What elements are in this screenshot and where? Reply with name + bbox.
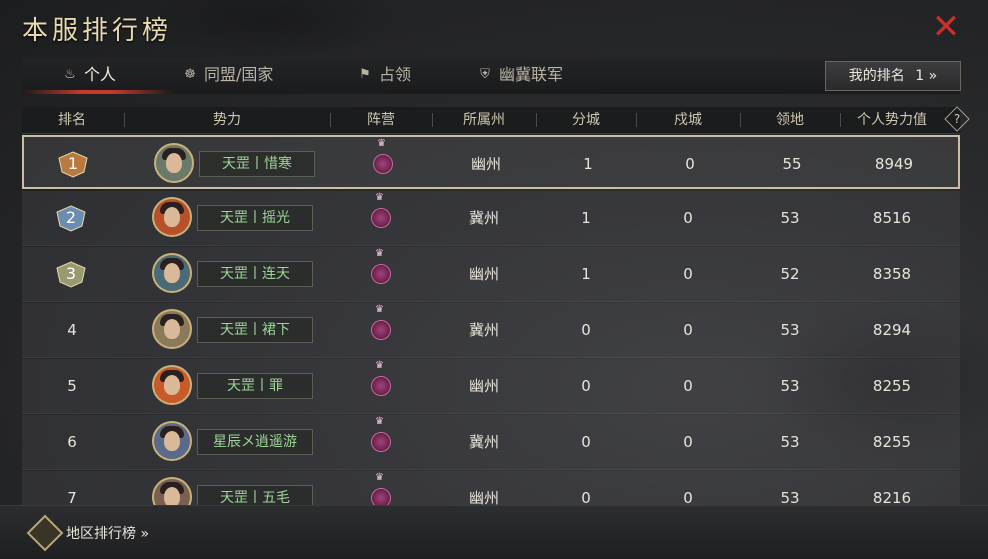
close-button[interactable]: ✕ [930,10,962,44]
state-cell: 幽州 [468,265,499,283]
power-cell: 8255 [872,433,912,451]
tab-alliance[interactable]: ☸ 同盟/国家 [182,58,273,92]
garrison-city-cell: 0 [683,209,693,227]
avatar[interactable] [152,365,192,405]
power-cell: 8294 [872,321,912,339]
tab-label: 幽冀联军 [499,65,564,84]
power-cell: 8949 [874,155,914,173]
rank-number: 5 [67,377,77,395]
rank-number: 1 [67,154,79,173]
table-row[interactable]: 6 星辰メ逍遥游 冀州 0 0 53 8255 [22,415,960,470]
avatar[interactable] [152,253,192,293]
my-rank-value: 1 » [915,68,938,84]
state-cell: 幽州 [470,155,501,173]
state-cell: 幽州 [468,377,499,395]
column-header-branch-city: 分城 [572,112,600,128]
state-cell: 冀州 [468,321,499,339]
territory-cell: 52 [780,265,800,283]
camp-icon [371,304,391,340]
rank-number: 3 [65,264,77,283]
my-rank-button[interactable]: 我的排名 1 » [825,61,961,91]
state-cell: 冀州 [468,209,499,227]
player-name[interactable]: 天罡丨连天 [197,261,313,287]
avatar[interactable] [154,143,194,183]
tab-bar: ♨ 个人 ☸ 同盟/国家 ⚑ 占领 ⛨ 幽冀联军 [22,58,960,94]
rank-medal-icon: 1 [56,150,90,178]
tab-occupy[interactable]: ⚑ 占领 [357,58,411,92]
tab-personal[interactable]: ♨ 个人 [62,58,116,92]
camp-icon [371,248,391,284]
player-name[interactable]: 天罡丨裙下 [197,317,313,343]
table-row[interactable]: 3 天罡丨连天 幽州 1 0 52 8358 [22,247,960,302]
branch-city-cell: 1 [583,155,593,173]
garrison-city-cell: 0 [685,155,695,173]
garrison-city-cell: 0 [683,433,693,451]
help-icon[interactable]: ? [944,106,970,132]
camp-icon [371,416,391,452]
branch-city-cell: 0 [581,321,591,339]
rank-number: 2 [65,208,77,227]
garrison-city-cell: 0 [683,321,693,339]
column-header-rank: 排名 [58,112,86,128]
column-header-camp: 阵营 [367,112,395,128]
alliance-icon: ☸ [184,67,196,82]
column-header-territory: 领地 [776,112,804,128]
column-header-faction: 势力 [213,112,241,128]
rank-medal-icon: 3 [54,260,88,288]
power-cell: 8255 [872,377,912,395]
avatar[interactable] [152,309,192,349]
rank-number: 4 [67,321,77,339]
tab-label: 占领 [379,65,412,84]
rank-number: 6 [67,433,77,451]
territory-cell: 55 [782,155,802,173]
player-name[interactable]: 天罡丨惜寒 [199,151,315,177]
garrison-city-cell: 0 [683,377,693,395]
my-rank-label: 我的排名 [848,68,905,84]
territory-cell: 53 [780,209,800,227]
table-row[interactable]: 2 天罡丨摇光 冀州 1 0 53 8516 [22,191,960,246]
region-ranking-button[interactable]: 地区排行榜 » [26,514,150,552]
table-row[interactable]: 1 天罡丨惜寒 幽州 1 0 55 8949 [22,135,960,189]
territory-cell: 53 [780,433,800,451]
army-icon: ⛨ [480,67,490,82]
garrison-city-cell: 0 [683,265,693,283]
flag-icon: ⚑ [359,67,371,82]
footer-bar: 地区排行榜 » [0,505,988,559]
player-name[interactable]: 天罡丨罪 [197,373,313,399]
active-tab-indicator [22,90,172,94]
tab-label: 个人 [84,65,117,84]
camp-icon [371,360,391,396]
column-header-garrison-city: 戍城 [674,112,702,128]
avatar[interactable] [152,421,192,461]
camp-icon [371,192,391,228]
table-row[interactable]: 5 天罡丨罪 幽州 0 0 53 8255 [22,359,960,414]
rank-medal-icon: 2 [54,204,88,232]
avatar[interactable] [152,197,192,237]
close-icon: ✕ [931,7,961,47]
branch-city-cell: 0 [581,377,591,395]
flame-icon: ♨ [64,67,76,82]
table-header: 排名 势力 阵营 所属州 分城 戍城 领地 个人势力值 ? [22,106,970,134]
tab-allied-army[interactable]: ⛨ 幽冀联军 [477,58,563,92]
tab-label: 同盟/国家 [204,65,274,84]
player-name[interactable]: 天罡丨摇光 [197,205,313,231]
region-icon [26,514,64,552]
region-ranking-label: 地区排行榜 » [66,526,150,542]
power-cell: 8358 [872,265,912,283]
column-header-power: 个人势力值 [857,112,927,128]
column-header-state: 所属州 [463,112,505,128]
state-cell: 冀州 [468,433,499,451]
branch-city-cell: 0 [581,433,591,451]
camp-icon [373,138,393,174]
page-title: 本服排行榜 [22,16,173,46]
player-name[interactable]: 星辰メ逍遥游 [197,429,313,455]
power-cell: 8516 [872,209,912,227]
branch-city-cell: 1 [581,265,591,283]
table-row[interactable]: 4 天罡丨裙下 冀州 0 0 53 8294 [22,303,960,358]
territory-cell: 53 [780,377,800,395]
territory-cell: 53 [780,321,800,339]
branch-city-cell: 1 [581,209,591,227]
